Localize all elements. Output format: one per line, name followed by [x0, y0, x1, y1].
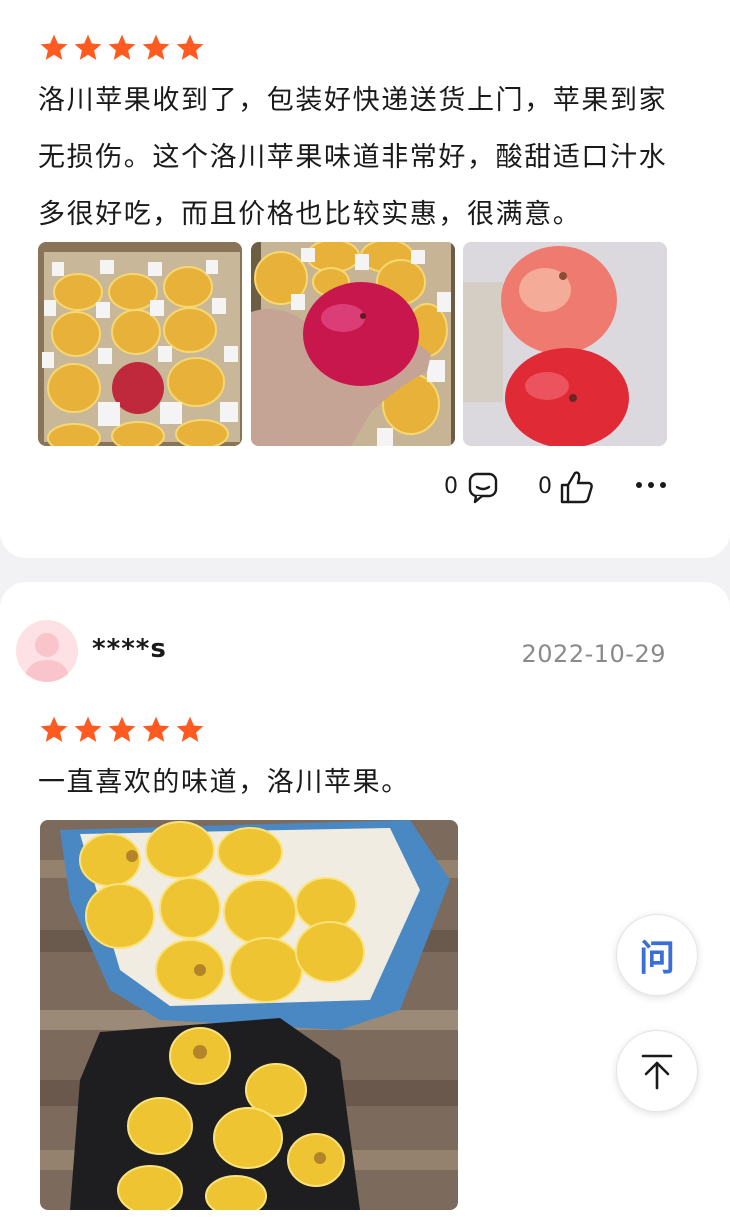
username[interactable]: ****s [92, 634, 167, 664]
review-photo[interactable] [40, 820, 458, 1210]
avatar[interactable] [16, 620, 78, 682]
thumbs-up-icon[interactable] [558, 468, 596, 506]
comment-count: 0 [444, 474, 458, 499]
back-to-top-button[interactable] [616, 1030, 698, 1112]
star-icon [108, 716, 136, 742]
review-card-2: ****s 2022-10-29 一直喜欢的味道，洛川苹果。 [0, 582, 730, 1222]
star-icon [74, 34, 102, 60]
star-icon [142, 34, 170, 60]
more-icon[interactable] [634, 480, 668, 490]
star-icon [40, 34, 68, 60]
star-icon [74, 716, 102, 742]
review-text: 一直喜欢的味道，洛川苹果。 [38, 767, 410, 798]
review-actions: 0 0 [440, 468, 690, 508]
star-icon [142, 716, 170, 742]
back-to-top-icon [641, 1054, 673, 1090]
review-photo[interactable] [38, 242, 242, 446]
question-icon: 问 [638, 938, 675, 979]
star-icon [40, 716, 68, 742]
ask-question-button[interactable]: 问 [616, 914, 698, 996]
review-photo[interactable] [251, 242, 455, 446]
comment-icon[interactable] [466, 470, 500, 504]
star-icon [108, 34, 136, 60]
review-date: 2022-10-29 [521, 640, 666, 668]
like-count: 0 [538, 474, 552, 499]
review-text: 洛川苹果收到了，包装好快递送货上门，苹果到家无损伤。这个洛川苹果味道非常好，酸甜… [38, 85, 668, 230]
star-icon [176, 716, 204, 742]
review-card-1: 洛川苹果收到了，包装好快递送货上门，苹果到家无损伤。这个洛川苹果味道非常好，酸甜… [0, 0, 730, 558]
star-icon [176, 34, 204, 60]
rating-stars [38, 32, 206, 64]
rating-stars [38, 714, 206, 746]
review-photo[interactable] [463, 242, 667, 446]
user-avatar-icon [24, 633, 70, 682]
